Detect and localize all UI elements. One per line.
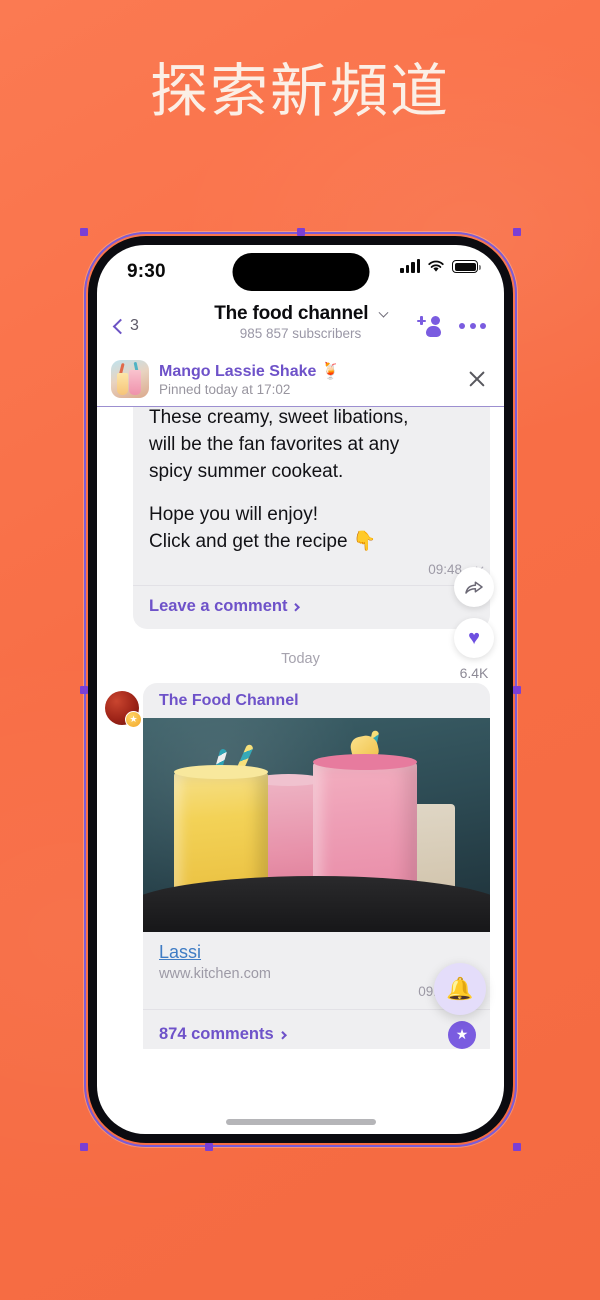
share-button[interactable] xyxy=(454,567,494,607)
selection-handle-bottom-left[interactable] xyxy=(80,1143,88,1151)
phone-mockup: 9:30 3 The food channel 985 857 subscrib… xyxy=(80,228,521,1151)
post-author: The Food Channel xyxy=(159,691,299,709)
selection-handle-middle-left[interactable] xyxy=(80,685,88,694)
status-bar: 9:30 xyxy=(97,245,504,299)
comments-count-label: 874 comments xyxy=(159,1025,274,1044)
channel-title: The food channel xyxy=(214,303,369,324)
pinned-thumbnail xyxy=(111,360,149,398)
reaction-rail: ♥ 6.4K xyxy=(454,567,494,681)
message-line-5-text: Click and get the recipe xyxy=(149,530,348,552)
battery-icon xyxy=(452,260,481,273)
star-icon[interactable]: ★ xyxy=(448,1020,476,1049)
message-line-4: Hope you will enjoy! xyxy=(149,503,318,525)
star-badge-icon: ★ xyxy=(125,710,142,728)
thumb-glass-1 xyxy=(117,373,128,395)
cellular-signal-icon xyxy=(400,259,420,273)
bell-icon: 🔔 xyxy=(446,976,474,1001)
post-comment-bar[interactable]: 874 comments ★ xyxy=(143,1008,490,1049)
wifi-icon xyxy=(427,259,445,273)
heart-icon: ♥ xyxy=(468,627,480,649)
status-clock: 9:30 xyxy=(127,261,166,282)
add-user-icon[interactable] xyxy=(417,315,441,337)
post-image[interactable] xyxy=(143,717,490,932)
message-body: These creamy, sweet libations, will be t… xyxy=(133,407,490,560)
stone-slab xyxy=(143,875,490,932)
back-unread-count: 3 xyxy=(130,317,139,334)
message-line-clipped: These creamy, sweet libations, xyxy=(149,407,409,428)
selection-handle-top-middle[interactable] xyxy=(296,228,305,236)
chat-header: 3 The food channel 985 857 subscribers xyxy=(97,299,504,353)
selection-handle-bottom-right[interactable] xyxy=(513,1143,521,1151)
phone-screen: 9:30 3 The food channel 985 857 subscrib… xyxy=(97,245,504,1134)
channel-avatar[interactable]: ★ xyxy=(105,690,142,728)
back-button[interactable]: 3 xyxy=(112,317,139,335)
like-count: 6.4K xyxy=(459,665,489,681)
message-meta: 09:48 xyxy=(133,560,490,585)
page-title: 探索新頻道 xyxy=(149,57,450,125)
chat-header-actions xyxy=(417,315,486,337)
selection-handle-top-right[interactable] xyxy=(513,228,521,236)
day-divider: Today xyxy=(281,650,320,667)
leave-comment-label: Leave a comment xyxy=(149,596,288,615)
leave-comment-bar[interactable]: Leave a comment xyxy=(133,584,490,629)
selection-handle-bottom-middle[interactable] xyxy=(205,1143,214,1151)
link-title[interactable]: Lassi xyxy=(159,942,201,963)
home-indicator[interactable] xyxy=(225,1119,376,1125)
pinned-subtitle: Pinned today at 17:02 xyxy=(159,382,291,397)
plus-icon xyxy=(417,316,426,325)
status-indicators xyxy=(400,259,481,273)
close-icon[interactable] xyxy=(464,366,490,392)
mute-notifications-button[interactable]: 🔔 xyxy=(434,963,486,1015)
comments-count-wrap[interactable]: 874 comments xyxy=(159,1025,287,1044)
share-icon xyxy=(465,581,483,594)
like-button[interactable]: ♥ xyxy=(454,618,494,658)
chevron-left-icon xyxy=(112,318,129,334)
message-line-3: spicy summer cookeat. xyxy=(149,460,344,482)
chevron-right-icon xyxy=(278,1031,287,1040)
message-bubble[interactable]: These creamy, sweet libations, will be t… xyxy=(133,407,490,629)
selection-handle-top-left[interactable] xyxy=(80,228,88,236)
pinned-message-bar[interactable]: Mango Lassie Shake 🍹 Pinned today at 17:… xyxy=(97,353,504,407)
more-options-icon[interactable] xyxy=(459,323,486,329)
link-url: www.kitchen.com xyxy=(159,965,272,982)
pinned-title: Mango Lassie Shake 🍹 xyxy=(159,363,341,380)
message-line-2: will be the fan favorites at any xyxy=(149,433,400,455)
person-body xyxy=(426,326,441,337)
selection-handle-middle-right[interactable] xyxy=(513,685,521,694)
thumb-glass-2 xyxy=(129,370,141,395)
chat-body[interactable]: 5.8K These creamy, sweet libations, will… xyxy=(97,407,504,1049)
pointing-down-icon: 👇 xyxy=(352,530,377,552)
pinned-text: Mango Lassie Shake 🍹 Pinned today at 17:… xyxy=(159,361,454,397)
person-head xyxy=(431,316,440,325)
message-line-5: Click and get the recipe 👇 xyxy=(149,529,474,556)
chevron-down-icon xyxy=(378,307,389,318)
dynamic-island xyxy=(232,253,369,291)
chevron-right-icon xyxy=(291,602,301,612)
